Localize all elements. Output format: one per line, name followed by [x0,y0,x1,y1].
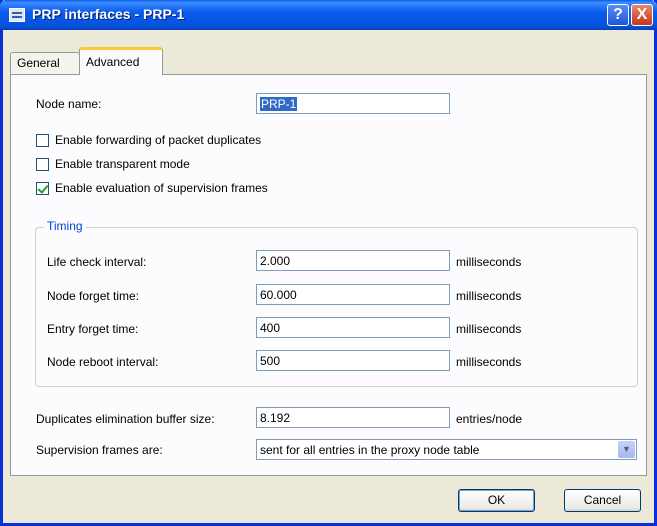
node-name-input[interactable]: PRP-1 [256,93,450,114]
life-check-unit: milliseconds [456,255,522,269]
life-check-label: Life check interval: [47,255,147,269]
supervision-evaluation-label[interactable]: Enable evaluation of supervision frames [55,181,268,195]
tab-advanced[interactable]: Advanced [79,47,163,75]
chevron-down-icon[interactable]: ▼ [618,441,635,458]
buffer-size-input[interactable]: 8.192 [256,407,450,428]
node-forget-input[interactable]: 60.000 [256,284,450,305]
node-name-value: PRP-1 [260,97,298,111]
supervision-frames-value: sent for all entries in the proxy node t… [260,443,480,457]
buffer-size-unit: entries/node [456,412,523,426]
transparent-mode-checkbox[interactable] [36,158,49,171]
supervision-frames-label: Supervision frames are: [36,443,163,457]
node-name-label: Node name: [36,97,102,111]
node-reboot-unit: milliseconds [456,355,522,369]
entry-forget-label: Entry forget time: [47,322,139,336]
timing-group-title: Timing [44,219,86,233]
life-check-input[interactable]: 2.000 [256,250,450,271]
window-icon [9,8,25,22]
buffer-size-label: Duplicates elimination buffer size: [36,412,215,426]
transparent-mode-label[interactable]: Enable transparent mode [55,157,190,171]
forwarding-duplicates-label[interactable]: Enable forwarding of packet duplicates [55,133,261,147]
cancel-button[interactable]: Cancel [564,489,641,512]
window-title: PRP interfaces - PRP-1 [32,6,185,22]
close-button[interactable]: X [631,4,653,26]
entry-forget-input[interactable]: 400 [256,317,450,338]
tab-general[interactable]: General [10,52,80,74]
help-button[interactable]: ? [607,4,629,26]
forwarding-duplicates-checkbox[interactable] [36,134,49,147]
node-forget-unit: milliseconds [456,289,522,303]
node-reboot-label: Node reboot interval: [47,355,159,369]
entry-forget-unit: milliseconds [456,322,522,336]
supervision-frames-select[interactable]: sent for all entries in the proxy node t… [256,439,637,460]
node-forget-label: Node forget time: [47,289,140,303]
supervision-evaluation-checkbox[interactable] [36,182,49,195]
node-reboot-input[interactable]: 500 [256,350,450,371]
title-bar[interactable]: PRP interfaces - PRP-1 ? X [0,0,657,30]
ok-button[interactable]: OK [458,489,535,512]
